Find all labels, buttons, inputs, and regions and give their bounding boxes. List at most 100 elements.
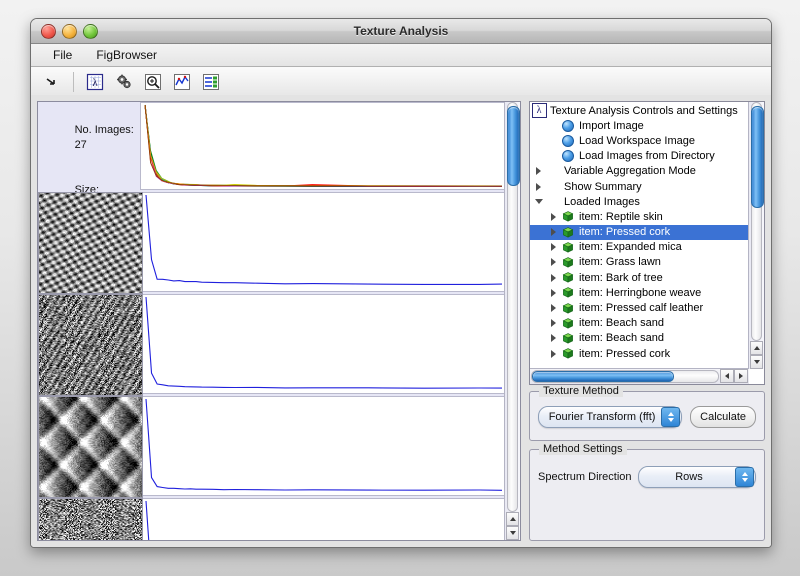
scroll-thumb[interactable]	[751, 106, 764, 208]
green-cube-icon	[560, 272, 576, 283]
scroll-left-arrow-icon[interactable]	[720, 369, 734, 383]
twisty[interactable]	[532, 167, 545, 175]
chevron-right-icon[interactable]	[551, 213, 556, 221]
chevron-right-icon[interactable]	[551, 258, 556, 266]
chevron-right-icon[interactable]	[551, 228, 556, 236]
twisty[interactable]	[532, 183, 545, 191]
spectrum-row	[38, 294, 505, 394]
pointer-arrow-icon[interactable]	[39, 70, 65, 94]
green-cube-icon	[560, 303, 576, 314]
scroll-down-arrow-icon[interactable]	[506, 526, 519, 540]
tree-item[interactable]: item: Bark of tree	[530, 270, 749, 285]
chevron-right-icon[interactable]	[551, 334, 556, 342]
texture-thumbnail-expanded-mica[interactable]	[38, 396, 143, 498]
tree-item-label: item: Pressed cork	[576, 348, 670, 360]
tree-item[interactable]: item: Pressed calf leather	[530, 300, 749, 315]
tree-item[interactable]: item: Pressed cork	[530, 346, 749, 361]
chevron-updown-icon[interactable]	[661, 407, 680, 427]
twisty[interactable]	[547, 228, 560, 236]
tree-item[interactable]: Loaded Images	[530, 194, 749, 209]
tree-item[interactable]: Variable Aggregation Mode	[530, 164, 749, 179]
chevron-right-icon[interactable]	[551, 243, 556, 251]
twisty[interactable]	[547, 213, 560, 221]
tree-item[interactable]: item: Pressed cork	[530, 225, 749, 240]
spectrum-direction-dropdown[interactable]: Rows	[638, 466, 756, 488]
tree-vertical-scrollbar[interactable]	[748, 102, 764, 369]
twisty[interactable]	[547, 334, 560, 342]
scroll-up-arrow-icon[interactable]	[750, 341, 763, 355]
menu-figbrowser[interactable]: FigBrowser	[86, 46, 167, 64]
tree-item-label: Loaded Images	[561, 196, 640, 208]
plot-rows	[38, 102, 505, 540]
twisty[interactable]	[547, 319, 560, 327]
calculate-button[interactable]: Calculate	[690, 406, 756, 428]
tree-item-label: item: Expanded mica	[576, 241, 682, 253]
window-title: Texture Analysis	[31, 19, 771, 43]
image-spectra-panel: No. Images: 27 Size: 128x128	[37, 101, 521, 541]
chevron-right-icon[interactable]	[536, 183, 541, 191]
chevron-right-icon[interactable]	[551, 274, 556, 282]
texture-thumbnail-grass-lawn[interactable]	[38, 498, 143, 541]
chevron-right-icon[interactable]	[551, 304, 556, 312]
tree-item[interactable]: item: Expanded mica	[530, 240, 749, 255]
chevron-right-icon[interactable]	[551, 350, 556, 358]
tree-item-label: item: Herringbone weave	[576, 287, 701, 299]
chevron-right-icon[interactable]	[536, 167, 541, 175]
scroll-thumb[interactable]	[507, 106, 520, 186]
overlay-plot[interactable]	[140, 102, 505, 190]
tree-item[interactable]: item: Beach sand	[530, 316, 749, 331]
row-plot[interactable]	[143, 294, 505, 394]
twisty[interactable]	[547, 243, 560, 251]
spectrum-row	[38, 192, 505, 292]
tree-horizontal-scrollbar[interactable]	[530, 368, 749, 384]
scroll-thumb[interactable]	[532, 371, 674, 382]
title-bar: Texture Analysis	[31, 19, 771, 44]
zoom-in-magnifier-icon[interactable]	[140, 70, 166, 94]
toolbar: λ	[31, 67, 771, 98]
twisty[interactable]	[547, 350, 560, 358]
twisty[interactable]	[532, 199, 545, 204]
chevron-updown-icon[interactable]	[735, 467, 754, 487]
plot-curve-icon[interactable]	[169, 70, 195, 94]
twisty[interactable]	[547, 289, 560, 297]
tree-item[interactable]: Show Summary	[530, 179, 749, 194]
tree-item[interactable]: Load Images from Directory	[530, 149, 749, 164]
tree-item[interactable]: item: Grass lawn	[530, 255, 749, 270]
twisty[interactable]	[547, 304, 560, 312]
tree-item[interactable]: item: Herringbone weave	[530, 285, 749, 300]
tree-item[interactable]: Load Workspace Image	[530, 133, 749, 148]
row-plot[interactable]	[143, 498, 505, 541]
left-panel-vertical-scrollbar[interactable]	[504, 102, 520, 540]
controls-panel: λ Texture Analysis Controls and Settings…	[529, 101, 765, 541]
menu-file[interactable]: File	[43, 46, 82, 64]
texture-thumbnail-reptile-skin[interactable]	[38, 192, 143, 294]
twisty[interactable]	[547, 274, 560, 282]
tree-root[interactable]: λ Texture Analysis Controls and Settings	[530, 103, 749, 118]
tree-item[interactable]: item: Reptile skin	[530, 209, 749, 224]
scroll-up-arrow-icon[interactable]	[506, 512, 519, 526]
tree-item-label: item: Pressed cork	[576, 226, 670, 238]
row-plot[interactable]	[143, 192, 505, 292]
texture-method-dropdown[interactable]: Fourier Transform (fft)	[538, 406, 682, 428]
texture-method-group-label: Texture Method	[539, 385, 623, 397]
toolbar-separator	[73, 72, 74, 92]
chevron-right-icon[interactable]	[551, 289, 556, 297]
tree-item-label: Show Summary	[561, 181, 642, 193]
blue-ball-icon	[560, 150, 576, 162]
chevron-down-icon[interactable]	[535, 199, 543, 204]
tree-item[interactable]: Import Image	[530, 118, 749, 133]
menu-bar: File FigBrowser	[31, 44, 771, 67]
spectrum-direction-value: Rows	[647, 471, 735, 483]
scroll-right-arrow-icon[interactable]	[734, 369, 748, 383]
legend-icon[interactable]	[198, 70, 224, 94]
gears-settings-icon[interactable]	[111, 70, 137, 94]
tree-item-label: Import Image	[576, 120, 644, 132]
lambda-figure-icon[interactable]: λ	[82, 70, 108, 94]
row-plot[interactable]	[143, 396, 505, 496]
tree-item[interactable]: item: Beach sand	[530, 331, 749, 346]
scroll-arrows	[720, 369, 749, 384]
texture-thumbnail-pressed-cork[interactable]	[38, 294, 143, 396]
chevron-right-icon[interactable]	[551, 319, 556, 327]
twisty[interactable]	[547, 258, 560, 266]
scroll-down-arrow-icon[interactable]	[750, 355, 763, 369]
